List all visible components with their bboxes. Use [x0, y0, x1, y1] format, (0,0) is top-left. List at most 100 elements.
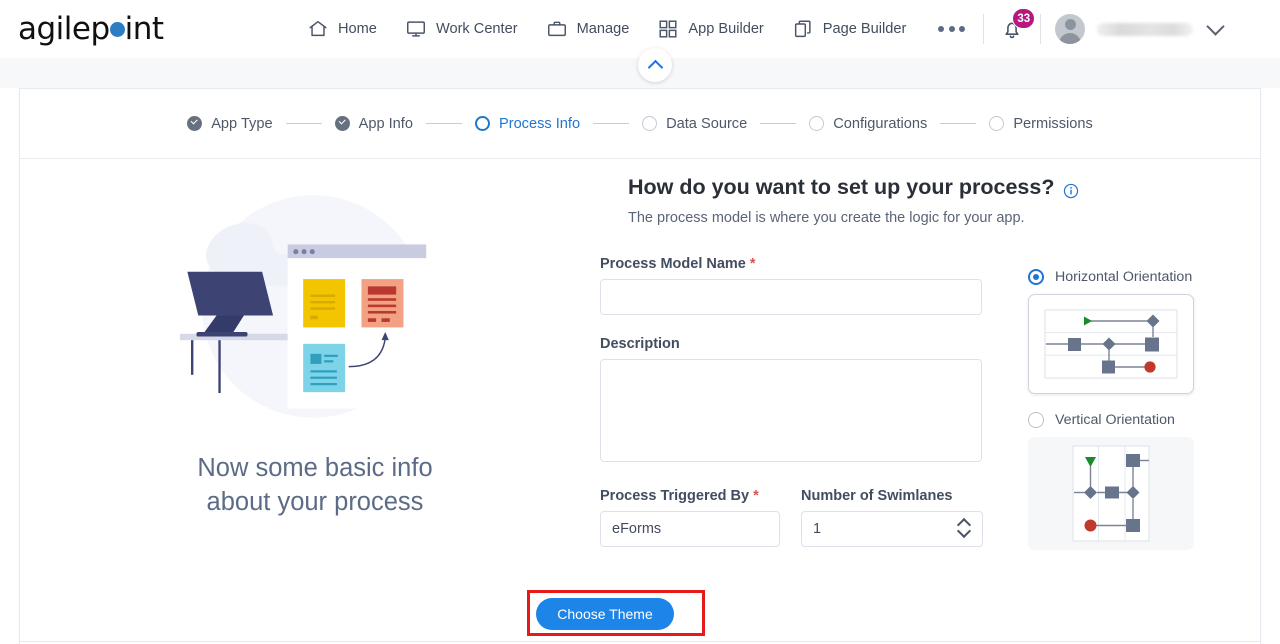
horizontal-orientation-label: Horizontal Orientation: [1055, 269, 1193, 285]
horizontal-orientation-preview[interactable]: [1028, 294, 1194, 394]
empty-circle-icon: [809, 116, 825, 131]
avatar[interactable]: [1055, 14, 1086, 44]
vertical-process-diagram: [1072, 445, 1150, 542]
step-connector: [940, 122, 977, 125]
top-navigation-bar: agilep int Home Work Center Manage App B…: [0, 0, 1280, 58]
info-circle-icon[interactable]: [1063, 180, 1079, 198]
vertical-orientation-preview[interactable]: [1028, 437, 1194, 550]
orientation-options: Horizontal Orientation Vertical Orientat…: [1028, 269, 1228, 550]
home-icon: [307, 18, 329, 40]
label-text: Process Triggered By: [600, 488, 750, 504]
choose-theme-area: Choose Theme: [527, 590, 705, 636]
illustration-caption: Now some basic info about your process: [197, 451, 432, 519]
step-configurations-label: Configurations: [833, 115, 928, 132]
description-textarea[interactable]: [600, 359, 982, 462]
required-asterisk: *: [749, 256, 756, 272]
step-permissions[interactable]: Permissions: [989, 116, 1093, 132]
briefcase-icon: [546, 18, 568, 40]
collapse-header-button[interactable]: [638, 48, 672, 82]
radio-horizontal[interactable]: [1028, 269, 1044, 285]
number-of-swimlanes-value: 1: [813, 521, 822, 537]
illustration-caption-line2: about your process: [206, 488, 424, 516]
grid-icon: [657, 18, 679, 40]
step-data-source[interactable]: Data Source: [642, 116, 747, 132]
vertical-orientation-label: Vertical Orientation: [1055, 412, 1175, 428]
check-circle-icon: [187, 116, 203, 131]
number-of-swimlanes-wrapper: 1: [801, 511, 983, 547]
quantity-stepper[interactable]: [956, 516, 972, 542]
chevron-up-icon: [647, 59, 663, 75]
nav-item-home-label: Home: [338, 21, 377, 37]
monitor-icon: [405, 18, 427, 40]
process-illustration: [180, 195, 427, 418]
app-root: agilep int Home Work Center Manage App B…: [0, 0, 1280, 644]
logo-text-part1: agilep: [18, 11, 110, 47]
step-configurations[interactable]: Configurations: [809, 116, 927, 132]
chevron-down-icon[interactable]: [1206, 16, 1226, 36]
page-title-text: How do you want to set up your process?: [628, 175, 1055, 199]
ellipsis-dot-icon: [948, 26, 955, 32]
step-data-source-label: Data Source: [666, 115, 748, 132]
required-asterisk: *: [753, 488, 759, 504]
ellipsis-dot-icon: [959, 26, 966, 32]
step-app-info[interactable]: App Info: [334, 115, 413, 132]
page-title: How do you want to set up your process?: [628, 175, 1260, 200]
notification-count-badge: 33: [1012, 8, 1036, 29]
username-label: [1097, 22, 1194, 36]
field-description: Description: [600, 336, 983, 467]
card-bottom-divider: [19, 641, 1261, 642]
process-triggered-by-value: eForms: [612, 521, 662, 537]
nav-item-work-center-label: Work Center: [435, 21, 518, 37]
check-circle-icon: [334, 116, 350, 131]
horizontal-orientation-option[interactable]: Horizontal Orientation: [1028, 269, 1228, 285]
trigger-and-swimlanes-row: Process Triggered By * eForms Number of …: [600, 488, 983, 547]
step-connector: [285, 122, 322, 125]
nav-item-page-builder[interactable]: Page Builder: [778, 0, 921, 58]
logo-text: agilep int: [18, 11, 188, 47]
wizard-card: App Type App Info Process Info Data Sour…: [19, 88, 1261, 644]
step-app-type-label: App Type: [211, 115, 273, 132]
nav-item-home[interactable]: Home: [293, 0, 391, 58]
vertical-orientation-option[interactable]: Vertical Orientation: [1028, 412, 1228, 428]
process-model-name-input[interactable]: [600, 279, 982, 315]
active-circle-icon: [474, 116, 490, 131]
nav-item-manage[interactable]: Manage: [532, 0, 644, 58]
field-process-model-name: Process Model Name *: [600, 256, 983, 315]
wizard-stepper: App Type App Info Process Info Data Sour…: [20, 89, 1260, 159]
step-connector: [593, 122, 630, 125]
process-triggered-by-select[interactable]: eForms: [600, 511, 780, 547]
nav-item-page-builder-label: Page Builder: [822, 21, 907, 37]
process-triggered-by-select-wrapper: eForms: [600, 511, 780, 547]
form-fields-column: Process Model Name * Description Process…: [600, 256, 983, 547]
empty-circle-icon: [989, 116, 1005, 131]
horizontal-process-diagram: [1044, 309, 1178, 379]
number-of-swimlanes-input[interactable]: 1: [801, 511, 983, 547]
step-connector: [760, 122, 797, 125]
nav-more-button[interactable]: [920, 0, 983, 58]
illustration-caption-line1: Now some basic info: [197, 454, 433, 482]
process-model-name-label: Process Model Name *: [600, 256, 983, 272]
field-number-of-swimlanes: Number of Swimlanes 1: [801, 488, 983, 547]
process-triggered-by-label: Process Triggered By *: [600, 488, 780, 504]
step-process-info-label: Process Info: [498, 115, 581, 132]
nav-divider: [1040, 14, 1042, 44]
number-of-swimlanes-label: Number of Swimlanes: [801, 488, 983, 504]
top-nav-items: Home Work Center Manage App Builder Page…: [293, 0, 1232, 58]
label-text: Process Model Name: [600, 256, 746, 272]
step-app-type[interactable]: App Type: [187, 115, 273, 132]
step-connector: [425, 122, 462, 125]
highlight-box: [527, 590, 705, 636]
radio-vertical[interactable]: [1028, 412, 1044, 428]
nav-item-app-builder-label: App Builder: [688, 21, 764, 37]
page-subtitle: The process model is where you create th…: [628, 210, 1025, 226]
process-setup-pane: How do you want to set up your process? …: [600, 159, 1260, 644]
nav-item-manage-label: Manage: [576, 21, 630, 37]
copy-pages-icon: [792, 18, 814, 40]
empty-circle-icon: [642, 116, 658, 131]
notifications-button[interactable]: 33: [984, 0, 1040, 58]
step-process-info[interactable]: Process Info: [474, 115, 581, 132]
agilepoint-logo[interactable]: agilep int: [18, 11, 188, 47]
ellipsis-dot-icon: [938, 26, 945, 32]
step-app-info-label: App Info: [358, 115, 413, 132]
nav-item-work-center[interactable]: Work Center: [391, 0, 532, 58]
